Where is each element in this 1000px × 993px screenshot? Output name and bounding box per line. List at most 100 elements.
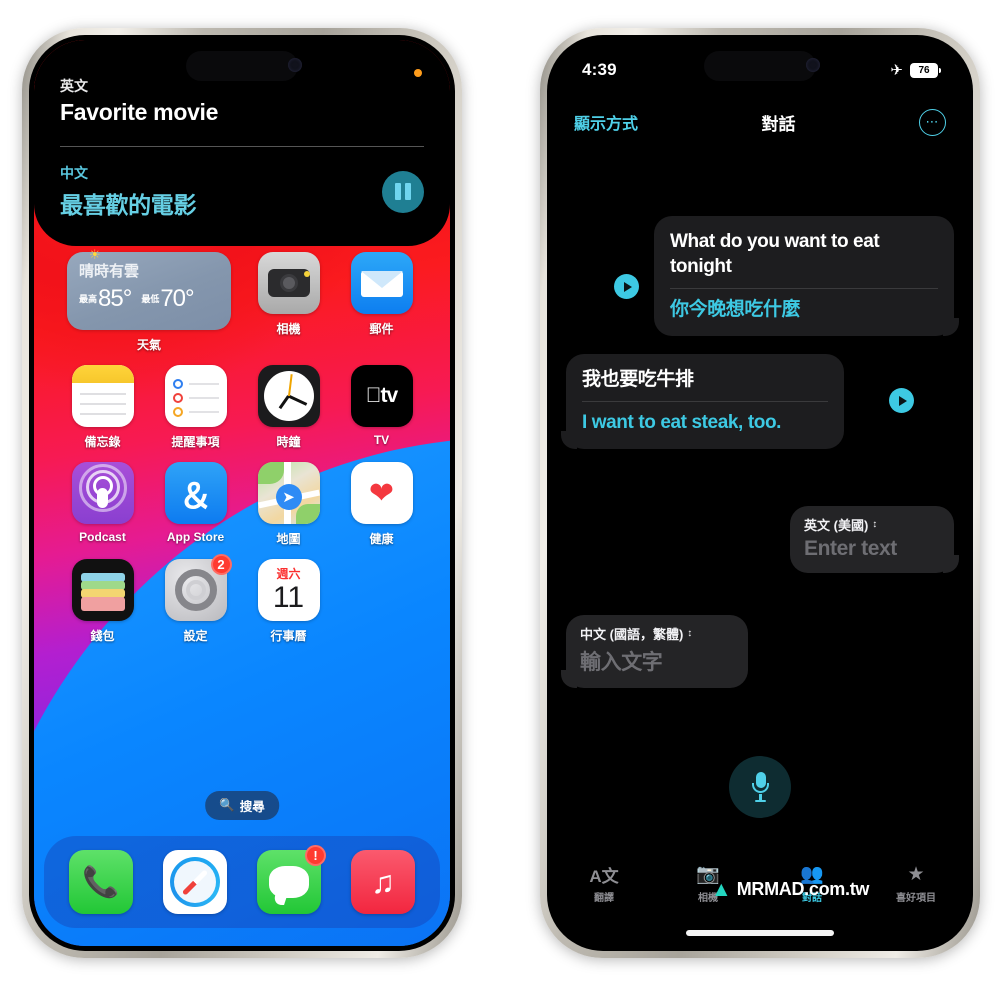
- search-pill[interactable]: 🔍 搜尋: [205, 791, 279, 820]
- apple-tv-glyph: tv: [366, 384, 398, 407]
- app-health[interactable]: ❤ 健康: [335, 462, 428, 547]
- app-appstore[interactable]: ＆ App Store: [149, 462, 242, 547]
- phone-icon: 📞: [69, 850, 133, 914]
- pause-icon[interactable]: [382, 170, 424, 213]
- app-maps-label: 地圖: [276, 532, 301, 546]
- play-icon-message-1[interactable]: [614, 274, 639, 299]
- entry-field-chinese[interactable]: 中文 (國語，繁體) ↕ 輸入文字: [561, 615, 748, 688]
- entry-field-english[interactable]: 英文 (美國) ↕ Enter text: [790, 506, 959, 573]
- weather-temps: 最高 85° 最低 70°: [79, 285, 221, 313]
- app-calendar-icon-wrap: 週六 11: [257, 559, 320, 621]
- play-icon-message-2[interactable]: [889, 388, 914, 413]
- app-appstore-label: App Store: [166, 530, 225, 544]
- tab-favorites[interactable]: ★ 喜好項目: [864, 862, 968, 905]
- health-heart-icon: ❤: [350, 462, 413, 524]
- search-icon: 🔍: [219, 798, 235, 812]
- app-tv[interactable]: tv TV: [335, 365, 428, 450]
- app-health-icon-wrap: ❤: [350, 462, 413, 524]
- dock-item-phone[interactable]: 📞: [69, 850, 133, 914]
- app-maps[interactable]: ➤ 地圖: [242, 462, 335, 547]
- app-appstore-icon-wrap: ＆: [164, 462, 227, 524]
- app-notes-icon-wrap: [71, 365, 134, 427]
- weather-high-label: 最高: [79, 293, 98, 304]
- app-notes[interactable]: 備忘錄: [56, 365, 149, 450]
- right-phone-screen: 4:39 ✈ 76 顯示方式 對話 ⋯ What do you want to …: [552, 40, 968, 946]
- app-mail[interactable]: 郵件: [335, 252, 428, 353]
- weather-low: 最低 70°: [141, 285, 194, 313]
- message-bubble-1[interactable]: What do you want to eat tonight 你今晚想吃什麼: [654, 216, 959, 336]
- app-wallet-icon-wrap: [71, 559, 134, 621]
- display-mode-button[interactable]: 顯示方式: [574, 110, 638, 134]
- tab-favorites-label: 喜好項目: [896, 893, 936, 904]
- calendar-icon: 週六 11: [257, 559, 320, 621]
- app-wallet-label: 錢包: [90, 629, 115, 643]
- ellipsis-circle-icon[interactable]: ⋯: [918, 108, 946, 136]
- app-podcasts[interactable]: Podcast: [56, 462, 149, 547]
- weather-widget[interactable]: ☀ 晴時有雲 最高 85° 最低 70° 天氣: [56, 247, 242, 353]
- weather-high-value: 85°: [98, 285, 132, 312]
- entry-chinese-placeholder: 輸入文字: [580, 651, 663, 674]
- microphone-glyph: [751, 772, 769, 802]
- app-calendar[interactable]: 週六 11 行事曆: [242, 559, 335, 644]
- battery-icon: 76: [910, 62, 941, 78]
- app-notes-label: 備忘錄: [84, 435, 121, 449]
- app-mail-label: 郵件: [369, 322, 394, 336]
- app-reminders[interactable]: 提醒事項: [149, 365, 242, 450]
- page-title: 對話: [761, 114, 796, 134]
- app-wallet[interactable]: 錢包: [56, 559, 149, 644]
- app-tv-label: TV: [373, 433, 390, 447]
- dynamic-island-right: [704, 51, 816, 81]
- app-calendar-label: 行事曆: [270, 629, 307, 643]
- left-phone-frame: 英文 Favorite movie 中文 最喜歡的電影 ☀ 晴時有雲 最高 85…: [22, 28, 462, 958]
- message-bubble-2[interactable]: 我也要吃牛排 I want to eat steak, too.: [561, 354, 844, 449]
- app-health-label: 健康: [369, 532, 394, 546]
- dock-item-safari[interactable]: [163, 850, 227, 914]
- home-indicator-right: [686, 930, 834, 936]
- home-dock: 📞 ! ♫: [44, 836, 440, 928]
- app-clock-label: 時鐘: [276, 435, 301, 449]
- dock-item-messages[interactable]: !: [257, 845, 326, 914]
- app-settings[interactable]: 2 設定: [149, 554, 242, 644]
- dock-item-music[interactable]: ♫: [351, 850, 415, 914]
- conversation-area: What do you want to eat tonight 你今晚想吃什麼 …: [552, 150, 968, 946]
- entry-chinese-tail: [561, 670, 577, 688]
- entry-chinese-lang-label: 中文 (國語，繁體): [580, 627, 684, 642]
- watermark: ▲ MRMAD.com.tw: [710, 878, 870, 901]
- message-1-tail: [943, 318, 959, 336]
- app-maps-icon-wrap: ➤: [257, 462, 320, 524]
- app-camera[interactable]: 相機: [242, 252, 335, 353]
- widget-target-lang: 中文: [60, 165, 88, 181]
- message-1-divider: [670, 288, 938, 289]
- entry-chinese-lang[interactable]: 中文 (國語，繁體) ↕: [580, 624, 734, 643]
- microphone-icon[interactable]: [729, 756, 791, 818]
- right-phone-frame: 4:39 ✈ 76 顯示方式 對話 ⋯ What do you want to …: [540, 28, 980, 958]
- safari-icon: [163, 850, 227, 914]
- app-reminders-label: 提醒事項: [171, 435, 220, 449]
- sun-cloud-icon: ☀: [89, 247, 101, 262]
- app-clock[interactable]: 時鐘: [242, 365, 335, 450]
- chevron-updown-icon-chinese: ↕: [687, 627, 693, 639]
- mrmad-logo-icon: ▲: [710, 878, 732, 901]
- clock-icon: [257, 365, 320, 427]
- watermark-text: MRMAD.com.tw: [736, 879, 870, 899]
- tab-translate[interactable]: A文 翻譯: [552, 862, 656, 905]
- messages-badge: !: [305, 845, 326, 866]
- tab-translate-label: 翻譯: [594, 893, 614, 904]
- airplane-icon: ✈: [890, 62, 903, 79]
- calendar-date: 11: [272, 581, 305, 614]
- app-settings-label: 設定: [183, 629, 208, 643]
- app-reminders-icon-wrap: [164, 365, 227, 427]
- left-phone-bezel: 英文 Favorite movie 中文 最喜歡的電影 ☀ 晴時有雲 最高 85…: [29, 35, 455, 951]
- nav-bar: 顯示方式 對話 ⋯: [552, 102, 968, 142]
- entry-english-lang[interactable]: 英文 (美國) ↕: [804, 515, 940, 534]
- notes-icon: [71, 365, 134, 427]
- weather-widget-box: ☀ 晴時有雲 最高 85° 最低 70°: [67, 247, 231, 330]
- app-store-icon: ＆: [164, 462, 227, 524]
- message-2-tail: [561, 431, 577, 449]
- star-icon: ★: [907, 863, 925, 885]
- status-time: 4:39: [582, 60, 617, 79]
- app-tv-icon-wrap: tv: [350, 365, 413, 427]
- reminders-icon: [164, 365, 227, 427]
- right-phone-bezel: 4:39 ✈ 76 顯示方式 對話 ⋯ What do you want to …: [547, 35, 973, 951]
- entry-english-tail: [943, 555, 959, 573]
